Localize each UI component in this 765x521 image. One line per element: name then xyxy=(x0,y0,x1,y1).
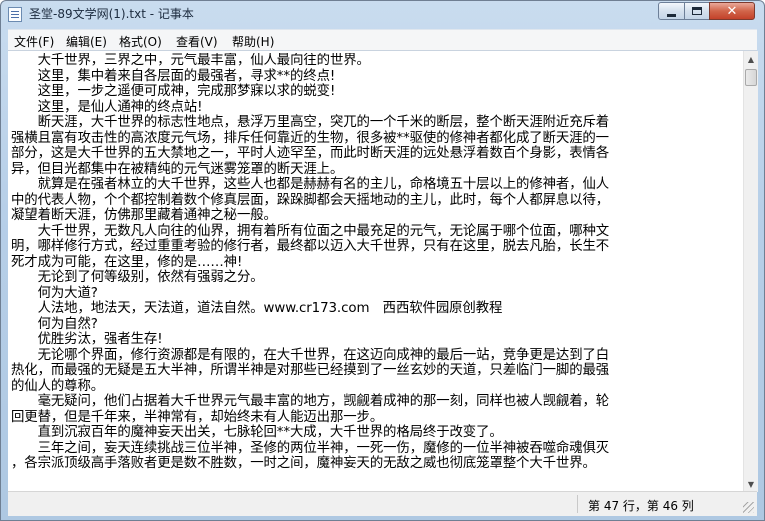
text-line[interactable]: 部分，这是大千世界的五大禁地之一，平时人迹罕至，而此时断天涯的远处悬浮着数百个身… xyxy=(11,146,742,162)
menu-file[interactable]: 文件(F) xyxy=(14,33,54,50)
document-text[interactable]: 大千世界，三界之中，元气最丰富，仙人最向往的世界。 这里，集中着来自各层面的最强… xyxy=(11,53,742,490)
text-line[interactable]: 就算是在强者林立的大千世界，这些人也都是赫赫有名的主儿，命格境五十层以上的修神者… xyxy=(11,177,742,193)
text-line[interactable]: 断天涯，大千世界的标志性地点，悬浮万里高空，突兀的一个千米的断层，整个断天涯附近… xyxy=(11,115,742,131)
text-line[interactable]: 强横且富有攻击性的高浓度元气场，排斥任何靠近的生物，很多被**驱使的修神者都化成… xyxy=(11,131,742,147)
text-line[interactable]: 大千世界，无数凡人向往的仙界，拥有着所有位面之中最充足的元气，无论属于哪个位面，… xyxy=(11,224,742,240)
text-line[interactable]: 回更替，但是千年来，半神常有，却始终未有人能迈出那一步。 xyxy=(11,410,742,426)
text-line[interactable]: 这里，一步之遥便可成神，完成那梦寐以求的蜕变! xyxy=(11,84,742,100)
minimize-button[interactable] xyxy=(658,2,685,20)
text-line[interactable]: 何为自然? xyxy=(11,317,742,333)
text-line[interactable]: 无论到了何等级别，依然有强弱之分。 xyxy=(11,270,742,286)
status-divider xyxy=(577,495,578,513)
maximize-button[interactable] xyxy=(684,2,710,20)
text-line[interactable]: 大千世界，三界之中，元气最丰富，仙人最向往的世界。 xyxy=(11,53,742,69)
minimize-icon xyxy=(667,13,676,17)
maximize-icon xyxy=(692,7,702,15)
text-line[interactable]: 明，哪样修行方式，经过重重考验的修行者，最终都以迈入大千世界，只有在这里，脱去凡… xyxy=(11,239,742,255)
vertical-scrollbar[interactable]: ▲ ▼ xyxy=(743,51,758,492)
text-line[interactable]: ，各宗派顶级高手落败者更是数不胜数，一时之间，魔神妄天的无敌之威也彻底笼罩整个大… xyxy=(11,456,742,472)
text-editor[interactable]: 大千世界，三界之中，元气最丰富，仙人最向往的世界。 这里，集中着来自各层面的最强… xyxy=(8,50,758,492)
cursor-position: 第 47 行，第 46 列 xyxy=(588,499,694,513)
menu-edit[interactable]: 编辑(E) xyxy=(66,33,107,50)
notepad-window: 圣堂-89文学网(1).txt - 记事本 ✕ 文件(F) 编辑(E) 格式(O… xyxy=(0,0,765,521)
text-line[interactable]: 优胜劣汰，强者生存! xyxy=(11,332,742,348)
text-line[interactable]: 无论哪个界面，修行资源都是有限的，在大千世界，在这迈向成神的最后一站，竞争更是达… xyxy=(11,348,742,364)
menu-view[interactable]: 查看(V) xyxy=(176,33,218,50)
text-line[interactable]: 异，但目光都集中在被精纯的元气迷雾笼罩的断天涯上。 xyxy=(11,162,742,178)
text-line[interactable]: 这里，集中着来自各层面的最强者，寻求**的终点! xyxy=(11,69,742,85)
scroll-up-arrow-icon[interactable]: ▲ xyxy=(744,51,758,67)
resize-grip-icon[interactable] xyxy=(743,502,754,513)
text-line[interactable]: 热化，而最强的无疑是五大半神，所谓半神是对那些已经摸到了一丝玄妙的天道，只差临门… xyxy=(11,363,742,379)
text-line[interactable]: 直到沉寂百年的魔神妄天出关，七脉轮回**大成，大千世界的格局终于改变了。 xyxy=(11,425,742,441)
text-line[interactable]: 中的代表人物，个个都控制着数个修真层面，跺跺脚都会天摇地动的主儿，此时，每个人都… xyxy=(11,193,742,209)
close-button[interactable]: ✕ xyxy=(709,2,755,20)
text-line[interactable] xyxy=(11,472,742,488)
text-line[interactable]: 凝望着断天涯，仿佛那里藏着通神之秘一般。 xyxy=(11,208,742,224)
menu-bar: 文件(F) 编辑(E) 格式(O) 查看(V) 帮助(H) xyxy=(8,29,757,51)
text-line[interactable]: 何为大道? xyxy=(11,286,742,302)
status-bar: 第 47 行，第 46 列 xyxy=(8,491,757,516)
text-line[interactable]: 三年之间，妄天连续挑战三位半神，圣修的两位半神，一死一伤，魔修的一位半神被吞噬命… xyxy=(11,441,742,457)
notepad-icon[interactable] xyxy=(8,7,22,22)
scroll-down-arrow-icon[interactable]: ▼ xyxy=(744,476,758,492)
text-line[interactable]: 人法地，地法天，天法道，道法自然。www.cr173.com 西西软件园原创教程 xyxy=(11,301,742,317)
text-line[interactable]: 的仙人的尊称。 xyxy=(11,379,742,395)
window-title: 圣堂-89文学网(1).txt - 记事本 xyxy=(29,7,194,21)
text-line[interactable]: 毫无疑问，他们占据着大千世界元气最丰富的地方，觊觎着成神的那一刻，同样也被人觊觎… xyxy=(11,394,742,410)
text-line[interactable]: 死才成为可能，在这里，修的是……神! xyxy=(11,255,742,271)
menu-help[interactable]: 帮助(H) xyxy=(232,33,274,50)
menu-format[interactable]: 格式(O) xyxy=(119,33,162,50)
text-line[interactable]: 这里，是仙人通神的终点站! xyxy=(11,100,742,116)
scroll-thumb[interactable] xyxy=(745,69,757,86)
title-bar[interactable]: 圣堂-89文学网(1).txt - 记事本 ✕ xyxy=(1,1,764,27)
close-icon: ✕ xyxy=(726,3,738,19)
